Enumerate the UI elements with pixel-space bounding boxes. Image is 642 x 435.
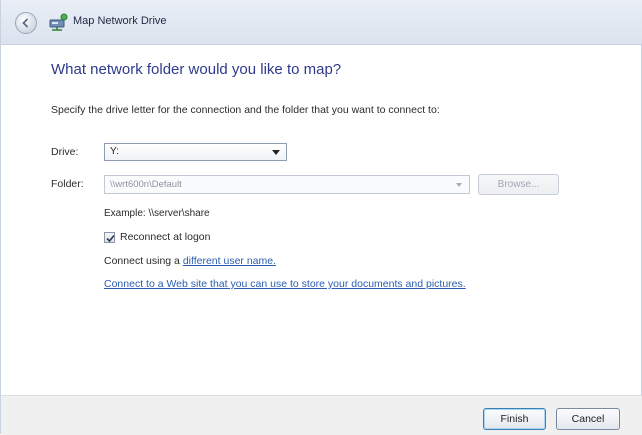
title-bar: Map Network Drive xyxy=(1,0,642,45)
dropdown-arrow-icon[interactable] xyxy=(456,183,462,187)
window-title: Map Network Drive xyxy=(73,15,167,27)
checkmark-icon xyxy=(106,234,115,243)
cancel-button[interactable]: Cancel xyxy=(556,408,620,430)
map-network-drive-dialog: Map Network Drive What network folder wo… xyxy=(0,0,642,435)
dialog-footer: Finish Cancel xyxy=(1,395,642,435)
connect-web-site-link[interactable]: Connect to a Web site that you can use t… xyxy=(104,278,466,290)
dropdown-arrow-icon xyxy=(272,150,280,155)
browse-button[interactable]: Browse... xyxy=(478,174,559,195)
reconnect-checkbox[interactable] xyxy=(104,232,115,243)
folder-input[interactable]: \\wrt600n\Default xyxy=(104,175,470,194)
page-heading: What network folder would you like to ma… xyxy=(51,61,342,78)
different-user-name-link[interactable]: different user name. xyxy=(183,255,276,267)
folder-label: Folder: xyxy=(51,178,84,190)
folder-value: \\wrt600n\Default xyxy=(110,179,182,190)
reconnect-label: Reconnect at logon xyxy=(120,231,211,243)
instructions-text: Specify the drive letter for the connect… xyxy=(51,104,440,116)
drive-letter-select[interactable]: Y: xyxy=(104,143,287,161)
back-arrow-icon xyxy=(22,18,29,28)
back-button[interactable] xyxy=(15,12,37,34)
finish-button[interactable]: Finish xyxy=(483,408,546,430)
drive-letter-value: Y: xyxy=(110,146,119,157)
connect-using-prefix: Connect using a xyxy=(104,255,183,267)
network-drive-icon xyxy=(49,13,68,31)
drive-label: Drive: xyxy=(51,146,79,158)
example-text: Example: \\server\share xyxy=(104,208,210,219)
connect-using-text: Connect using a different user name. xyxy=(104,255,276,267)
